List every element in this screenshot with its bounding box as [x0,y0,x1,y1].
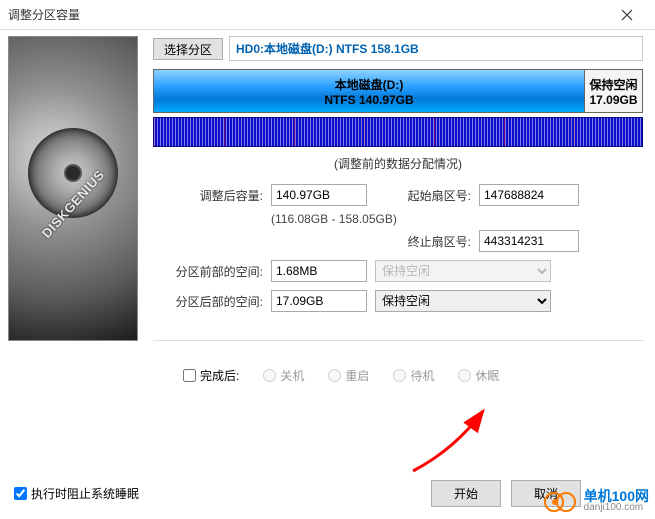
space-after-label: 分区后部的空间: [153,293,263,310]
start-button[interactable]: 开始 [431,480,501,507]
space-before-label: 分区前部的空间: [153,263,263,280]
watermark-url: danji100.com [584,503,649,513]
watermark: 单机100网 danji100.com [544,489,649,513]
partition-fs-size: NTFS 140.97GB [324,93,413,107]
selected-partition-label: HD0:本地磁盘(D:) NTFS 158.1GB [229,36,643,61]
end-sector-input[interactable] [479,230,579,252]
free-segment-label: 保持空闲 [589,76,637,93]
dialog-title: 调整分区容量 [8,6,607,23]
after-complete-checkbox[interactable]: 完成后: [183,367,239,384]
partition-used-segment: 本地磁盘(D:) NTFS 140.97GB [154,70,584,112]
radio-hibernate: 休眠 [458,367,499,384]
close-icon [621,9,633,21]
space-before-select: 保持空闲 [375,260,551,282]
radio-standby: 待机 [393,367,434,384]
size-after-input[interactable] [271,184,367,206]
size-after-label: 调整后容量: [153,187,263,204]
watermark-name: 单机100网 [584,489,649,503]
start-sector-input[interactable] [479,184,579,206]
after-complete-label: 完成后: [200,367,239,384]
disk-illustration: DISKGENIUS [8,36,138,341]
end-sector-label: 终止扇区号: [401,233,471,250]
partition-size-bar[interactable]: 本地磁盘(D:) NTFS 140.97GB 保持空闲 17.09GB [153,69,643,113]
prevent-sleep-checkbox[interactable]: 执行时阻止系统睡眠 [14,485,139,502]
space-before-input[interactable] [271,260,367,282]
watermark-logo-icon [544,491,582,511]
prevent-sleep-label: 执行时阻止系统睡眠 [31,485,139,502]
partition-free-segment: 保持空闲 17.09GB [584,70,642,112]
radio-restart: 重启 [328,367,369,384]
disk-brand-label: DISKGENIUS [39,167,108,241]
free-segment-size: 17.09GB [589,93,637,107]
space-after-input[interactable] [271,290,367,312]
close-button[interactable] [607,0,647,29]
start-sector-label: 起始扇区号: [401,187,471,204]
allocation-caption: (调整前的数据分配情况) [153,155,643,172]
select-partition-button[interactable]: 选择分区 [153,38,223,60]
space-after-select[interactable]: 保持空闲 [375,290,551,312]
partition-name: 本地磁盘(D:) [335,76,404,93]
data-allocation-strip [153,117,643,147]
size-range-note: (116.08GB - 158.05GB) [271,212,643,226]
radio-shutdown: 关机 [263,367,304,384]
